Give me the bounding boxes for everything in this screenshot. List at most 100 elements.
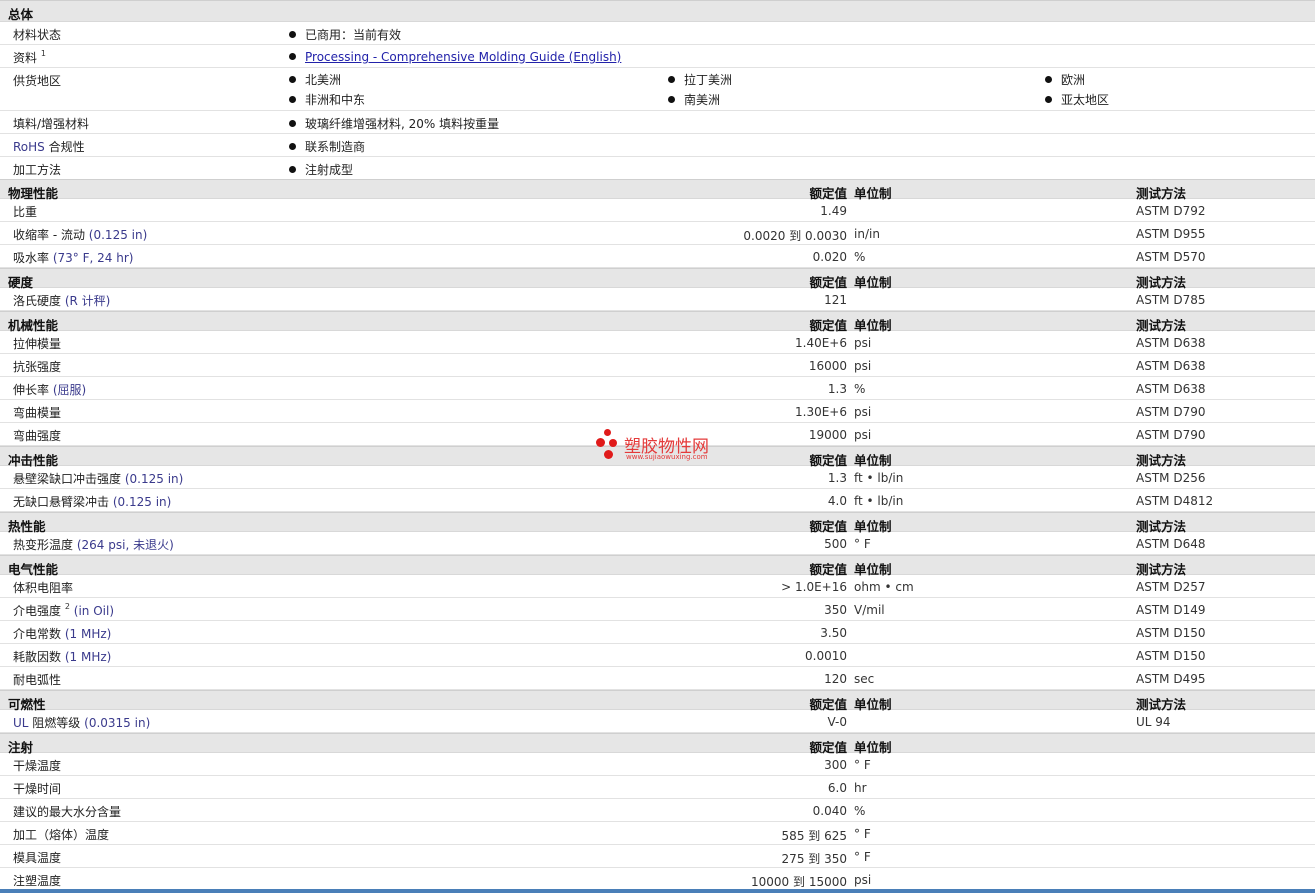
bullet-item: Processing - Comprehensive Molding Guide… [289, 50, 621, 64]
property-row: 体积电阻率 > 1.0E+16 ohm • cm ASTM D257 [0, 575, 1315, 598]
test-method: ASTM D648 [1136, 537, 1206, 551]
property-label: 介电常数 (1 MHz) [13, 627, 112, 641]
section-general-header: 总体 [0, 0, 1315, 22]
property-label: 干燥温度 [13, 759, 62, 773]
property-label: 加工（熔体）温度 [13, 828, 110, 842]
general-row-process: 加工方法 注射成型 [0, 157, 1315, 179]
nominal-value: 1.3 [827, 471, 847, 485]
nominal-value: 1.49 [820, 204, 847, 218]
property-condition: (264 psi, 未退火) [76, 538, 174, 552]
nominal-value: 3.50 [820, 626, 847, 640]
unit-value: % [854, 382, 866, 396]
property-label: 热变形温度 (264 psi, 未退火) [13, 538, 174, 552]
unit-value: sec [854, 672, 875, 686]
unit-value: psi [854, 359, 872, 373]
section-header: 热性能 额定值 单位制 测试方法 [0, 512, 1315, 534]
test-method: ASTM D149 [1136, 603, 1206, 617]
unit-value: ° F [854, 850, 871, 864]
bullet-item: 拉丁美洲 [668, 71, 732, 88]
property-condition: (73° F, 24 hr) [52, 251, 134, 265]
nominal-value: 19000 [808, 428, 847, 442]
property-row: 模具温度 275 到 350 ° F [0, 845, 1315, 868]
general-row-docs: 资料 1 Processing - Comprehensive Molding … [0, 45, 1315, 68]
bullet-icon [1045, 76, 1052, 83]
property-condition: (0.125 in) [88, 228, 148, 242]
nominal-value: 1.40E+6 [795, 336, 847, 350]
unit-value: psi [854, 873, 872, 887]
bullet-icon [289, 120, 296, 127]
nominal-value: 121 [824, 293, 847, 307]
test-method: ASTM D4812 [1136, 494, 1214, 508]
property-label: UL 阻燃等级 (0.0315 in) [13, 716, 151, 730]
property-label: 耗散因数 (1 MHz) [13, 650, 112, 664]
nominal-value: 0.040 [812, 804, 847, 818]
property-condition: (1 MHz) [64, 650, 112, 664]
logo-dot-icon [609, 439, 617, 447]
unit-value: psi [854, 336, 872, 350]
nominal-value: > 1.0E+16 [781, 580, 847, 594]
test-method: ASTM D495 [1136, 672, 1206, 686]
unit-value: hr [854, 781, 867, 795]
general-row-rohs: RoHS 合规性 联系制造商 [0, 134, 1315, 157]
bullet-item: 欧洲 [1045, 71, 1085, 88]
nominal-value: 500 [824, 537, 847, 551]
bullet-item: 联系制造商 [289, 138, 365, 155]
property-label: 抗张强度 [13, 360, 62, 374]
unit-value: % [854, 804, 866, 818]
bullet-icon [289, 96, 296, 103]
test-method: UL 94 [1136, 715, 1171, 729]
test-method: ASTM D150 [1136, 649, 1206, 663]
section-header: 硬度 额定值 单位制 测试方法 [0, 268, 1315, 290]
bullet-icon [289, 143, 296, 150]
test-method: ASTM D638 [1136, 336, 1206, 350]
bullet-icon [289, 53, 296, 60]
row-label: 供货地区 [13, 74, 62, 88]
section-title: 总体 [8, 7, 34, 22]
unit-value: psi [854, 405, 872, 419]
property-label: 伸长率 (屈服) [13, 383, 87, 397]
property-row: 建议的最大水分含量 0.040% [0, 799, 1315, 822]
logo-dot-icon [604, 429, 611, 436]
property-label: 耐电弧性 [13, 673, 62, 687]
property-row: 热变形温度 (264 psi, 未退火) 500 ° F ASTM D648 [0, 532, 1315, 555]
property-row: 洛氏硬度 (R 计秤) 121 ASTM D785 [0, 288, 1315, 311]
row-label: 材料状态 [13, 28, 62, 42]
nominal-value: 275 到 350 [781, 852, 847, 866]
unit-value: ° F [854, 827, 871, 841]
property-row: 比重 1.49 ASTM D792 [0, 199, 1315, 222]
property-label: 模具温度 [13, 851, 62, 865]
test-method: ASTM D638 [1136, 382, 1206, 396]
test-method: ASTM D790 [1136, 428, 1206, 442]
property-label: 介电强度 2 (in Oil) [13, 602, 114, 618]
unit-value: ° F [854, 758, 871, 772]
nominal-value: 1.30E+6 [795, 405, 847, 419]
section-header: 注射 额定值 单位制 [0, 733, 1315, 755]
property-label: 体积电阻率 [13, 581, 74, 595]
nominal-value: 0.0020 到 0.0030 [743, 229, 847, 243]
section-header: 可燃性 额定值 单位制 测试方法 [0, 690, 1315, 712]
bullet-item: 已商用：当前有效 [289, 26, 401, 43]
logo-dot-icon [604, 450, 613, 459]
property-condition: (屈服) [52, 383, 87, 397]
property-label: 悬壁梁缺口冲击强度 (0.125 in) [13, 472, 184, 486]
property-row: 干燥温度 300 ° F [0, 753, 1315, 776]
section-header: 机械性能 额定值 单位制 测试方法 [0, 311, 1315, 333]
bullet-icon [289, 166, 296, 173]
property-label: 拉伸模量 [13, 337, 62, 351]
property-label: 注塑温度 [13, 874, 62, 888]
test-method: ASTM D150 [1136, 626, 1206, 640]
property-label: 吸水率 (73° F, 24 hr) [13, 251, 134, 265]
molding-guide-link[interactable]: Processing - Comprehensive Molding Guide… [305, 50, 621, 64]
bullet-item: 北美洲 [289, 71, 341, 88]
unit-value: ° F [854, 537, 871, 551]
property-row: 介电强度 2 (in Oil) 350 V/mil ASTM D149 [0, 598, 1315, 621]
watermark-url: www.sujiaowuxing.com [626, 453, 708, 461]
property-row: 悬壁梁缺口冲击强度 (0.125 in) 1.3 ft • lb/in ASTM D2… [0, 466, 1315, 489]
bullet-item: 非洲和中东 [289, 91, 365, 108]
property-label: 建议的最大水分含量 [13, 805, 122, 819]
section-header: 电气性能 额定值 单位制 测试方法 [0, 555, 1315, 577]
property-row: 吸水率 (73° F, 24 hr) 0.020% ASTM D570 [0, 245, 1315, 268]
property-row: 拉伸模量 1.40E+6 psi ASTM D638 [0, 331, 1315, 354]
property-row: 伸长率 (屈服) 1.3% ASTM D638 [0, 377, 1315, 400]
bottom-border [0, 889, 1315, 893]
